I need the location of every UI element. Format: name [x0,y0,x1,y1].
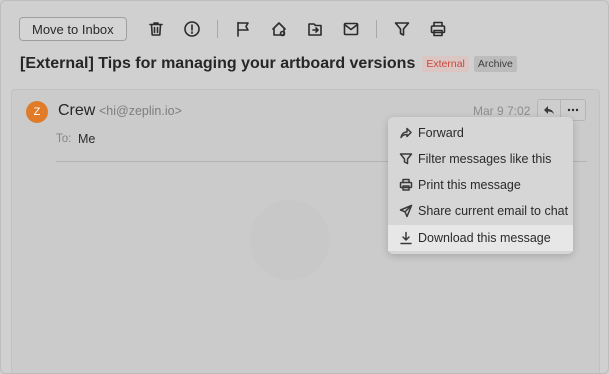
filter-icon [399,153,413,165]
email-subject: [External] Tips for managing your artboa… [20,55,517,73]
snooze-icon[interactable] [268,18,290,40]
subject-title: [External] Tips for managing your artboa… [20,55,416,72]
menu-item-print[interactable]: Print this message [388,172,573,198]
menu-item-label: Forward [418,126,464,140]
move-folder-icon[interactable] [304,18,326,40]
sender-email[interactable]: <hi@zeplin.io> [99,104,182,118]
spam-icon[interactable] [181,18,203,40]
print-icon[interactable] [427,18,449,40]
forward-icon [400,127,412,139]
menu-item-share-to-chat[interactable]: Share current email to chat [388,198,573,224]
download-icon [400,231,412,245]
flag-icon[interactable] [232,18,254,40]
more-icon [567,108,579,112]
move-to-inbox-button[interactable]: Move to Inbox [19,17,127,41]
email-window: Move to Inbox [External] Tips for managi… [0,0,609,374]
avatar: Z [26,101,48,123]
sender-name[interactable]: Crew [58,102,95,120]
reply-icon [544,106,554,115]
message-date: Mar 9 7:02 [473,104,531,118]
menu-item-download[interactable]: Download this message [388,225,573,251]
menu-item-label: Print this message [418,178,521,192]
menu-item-forward[interactable]: Forward [388,120,573,146]
menu-item-label: Filter messages like this [418,152,552,166]
menu-item-label: Share current email to chat [418,204,569,218]
message-toolbar: Move to Inbox [19,16,449,42]
to-recipient[interactable]: Me [78,132,95,146]
faded-body-image [250,200,330,280]
filter-icon[interactable] [391,18,413,40]
trash-icon[interactable] [145,18,167,40]
menu-item-label: Download this message [418,231,551,245]
toolbar-divider [216,20,218,38]
print-icon [399,178,413,191]
toolbar-divider [375,20,377,38]
to-label: To: [56,133,72,145]
archive-tag[interactable]: Archive [473,56,517,72]
mark-read-icon[interactable] [340,18,362,40]
menu-item-filter[interactable]: Filter messages like this [388,146,573,172]
send-icon [399,204,413,218]
external-tag: External [422,56,469,72]
more-options-menu: Forward Filter messages like this Print … [388,117,573,254]
